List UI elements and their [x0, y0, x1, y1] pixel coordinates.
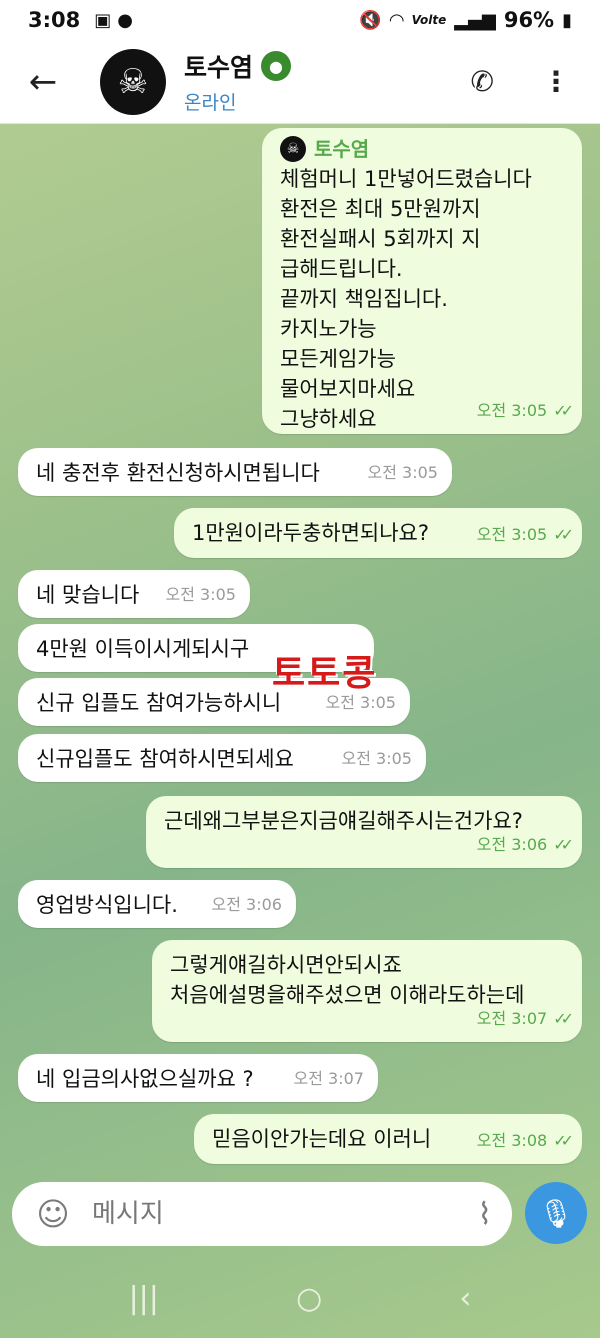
read-check-icon: ✓✓	[553, 401, 574, 420]
battery-icon: ▮	[562, 9, 572, 31]
chat-notification-icon: ●	[117, 9, 133, 31]
back-button[interactable]: ←	[0, 62, 86, 102]
message-text: 믿음이안가는데요 이러니	[212, 1127, 432, 1151]
message-input[interactable]	[92, 1199, 432, 1229]
chat-header: ← ☠ 토수염 ● 온라인 ✆ ⋮	[0, 40, 600, 124]
contact-info[interactable]: 토수염 ● 온라인	[184, 48, 292, 115]
system-nav-bar: ||| ○ ‹	[0, 1258, 600, 1338]
message-bubble-incoming[interactable]: 네 맞습니다 오전 3:05	[18, 570, 250, 618]
recent-apps-icon[interactable]: |||	[129, 1281, 159, 1316]
watermelon-emoji-icon: ●	[261, 51, 292, 81]
wifi-icon: ◠	[389, 9, 404, 31]
paperclip-icon[interactable]: ⌇	[477, 1197, 492, 1232]
gallery-icon: ▣	[94, 9, 112, 31]
battery-level: 96%	[503, 8, 555, 32]
message-time: 오전 3:05	[367, 463, 438, 482]
message-time: 오전 3:06	[476, 835, 548, 854]
forwarded-avatar-icon: ☠	[280, 136, 306, 162]
message-bubble-outgoing[interactable]: 믿음이안가는데요 이러니 오전 3:08 ✓✓	[194, 1114, 582, 1164]
arrow-left-icon: ←	[28, 61, 58, 102]
message-bubble-incoming[interactable]: 네 입금의사없으실까요 ? 오전 3:07	[18, 1054, 378, 1102]
home-icon[interactable]: ○	[296, 1281, 322, 1316]
read-check-icon: ✓✓	[553, 1009, 574, 1028]
contact-status: 온라인	[184, 92, 237, 114]
message-bubble-incoming[interactable]: 네 충전후 환전신청하시면됩니다 오전 3:05	[18, 448, 452, 496]
mic-button[interactable]: 🎙	[525, 1182, 587, 1244]
more-vertical-icon[interactable]: ⋮	[542, 65, 570, 98]
message-text: 네 입금의사없으실까요 ?	[36, 1067, 254, 1091]
message-time: 오전 3:05	[476, 525, 548, 544]
message-text: 영업방식입니다.	[36, 893, 178, 917]
nav-back-icon[interactable]: ‹	[459, 1281, 471, 1316]
contact-name: 토수염	[184, 53, 254, 82]
status-bar: 3:08 ▣ ● 🔇 ◠ Volte ▂▄▆ 96% ▮	[0, 0, 600, 40]
message-time: 오전 3:07	[293, 1069, 364, 1088]
message-bubble-outgoing[interactable]: 그렇게얘길하시면안되시죠 처음에설명을해주셨으면 이해라도하는데 오전 3:07…	[152, 940, 582, 1042]
message-list[interactable]: ☠ 토수염 체험머니 1만넣어드렸습니다 환전은 최대 5만원까지 환전실패시 …	[0, 124, 600, 1180]
phone-icon[interactable]: ✆	[471, 65, 494, 98]
skull-icon: ☠	[117, 61, 149, 102]
signal-icon: ▂▄▆	[454, 9, 496, 31]
message-time: 오전 3:05	[165, 585, 236, 604]
mute-icon: 🔇	[359, 9, 382, 31]
message-text: 1만원이라두충하면되나요?	[192, 521, 430, 545]
message-composer: ☺ ⌇	[12, 1182, 512, 1246]
message-text: 신규입플도 참여하시면되세요	[36, 747, 294, 771]
message-text: 네 충전후 환전신청하시면됩니다	[36, 461, 320, 485]
contact-avatar[interactable]: ☠	[100, 48, 166, 115]
forwarded-from-name: 토수염	[314, 137, 370, 161]
message-text: 네 맞습니다	[36, 583, 140, 607]
message-time: 오전 3:05	[476, 401, 548, 420]
message-time: 오전 3:08	[476, 1131, 548, 1150]
message-time: 오전 3:07	[476, 1009, 548, 1028]
message-text: 근데왜그부분은지금얘길해주시는건가요?	[164, 809, 523, 833]
message-text: 신규 입플도 참여가능하시니	[36, 691, 282, 715]
read-check-icon: ✓✓	[553, 525, 574, 544]
read-check-icon: ✓✓	[553, 835, 574, 854]
message-bubble-outgoing[interactable]: 1만원이라두충하면되나요? 오전 3:05 ✓✓	[174, 508, 582, 558]
message-bubble-incoming[interactable]: 신규입플도 참여하시면되세요 오전 3:05	[18, 734, 426, 782]
message-text: 4만원 이득이시게되시구	[36, 637, 250, 661]
message-bubble-incoming[interactable]: 영업방식입니다. 오전 3:06	[18, 880, 296, 928]
message-time: 오전 3:05	[341, 749, 412, 768]
emoji-icon[interactable]: ☺	[32, 1195, 74, 1233]
watermark-text: 토토콩	[272, 653, 378, 694]
read-check-icon: ✓✓	[553, 1131, 574, 1150]
message-bubble-outgoing[interactable]: ☠ 토수염 체험머니 1만넣어드렸습니다 환전은 최대 5만원까지 환전실패시 …	[262, 128, 582, 434]
status-time: 3:08	[28, 8, 81, 32]
message-bubble-outgoing[interactable]: 근데왜그부분은지금얘길해주시는건가요? 오전 3:06 ✓✓	[146, 796, 582, 868]
message-text: 그렇게얘길하시면안되시죠 처음에설명을해주셨으면 이해라도하는데	[170, 953, 525, 1007]
message-text: 체험머니 1만넣어드렸습니다 환전은 최대 5만원까지 환전실패시 5회까지 지…	[280, 167, 532, 431]
volte-indicator: Volte	[411, 13, 447, 27]
message-time: 오전 3:06	[211, 895, 282, 914]
mic-icon: 🎙	[538, 1196, 574, 1230]
